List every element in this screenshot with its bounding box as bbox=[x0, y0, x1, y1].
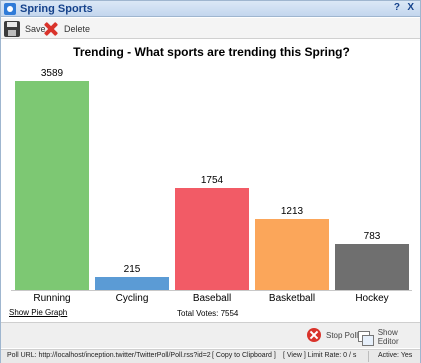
poll-window: Spring Sports ? X Save Delete Trending -… bbox=[0, 0, 421, 363]
show-editor-button[interactable]: Show Editor bbox=[358, 328, 420, 346]
bar-value-running: 3589 bbox=[40, 68, 64, 79]
action-bar: Stop Poll Show Editor bbox=[1, 322, 420, 348]
total-votes: Total Votes: 7554 bbox=[177, 309, 239, 318]
bar-label-basketball: Basketball bbox=[268, 293, 316, 304]
bar-basketball bbox=[255, 219, 329, 290]
stop-poll-button[interactable]: Stop Poll bbox=[307, 328, 358, 342]
chart-title: Trending - What sports are trending this… bbox=[73, 45, 350, 59]
delete-label: Delete bbox=[64, 23, 91, 34]
bar-label-baseball: Baseball bbox=[192, 293, 232, 304]
help-button[interactable]: ? bbox=[394, 2, 400, 13]
bar-label-running: Running bbox=[33, 293, 71, 304]
twitter-app-icon bbox=[4, 3, 16, 15]
bar-value-baseball: 1754 bbox=[200, 175, 224, 186]
bar-cycling bbox=[95, 277, 169, 290]
copy-to-clipboard-link[interactable]: [ Copy to Clipboard ] bbox=[212, 352, 276, 359]
bar-label-cycling: Cycling bbox=[115, 293, 149, 304]
save-button[interactable]: Save bbox=[4, 20, 46, 37]
active-status: Active: Yes bbox=[378, 352, 413, 359]
title-bar: Spring Sports ? X bbox=[1, 1, 420, 17]
toolbar: Save Delete bbox=[1, 18, 420, 39]
bar-running bbox=[15, 81, 89, 290]
bar-value-basketball: 1213 bbox=[280, 206, 304, 217]
delete-button[interactable]: Delete bbox=[43, 20, 90, 37]
close-button[interactable]: X bbox=[407, 2, 414, 13]
status-divider bbox=[368, 351, 369, 362]
window-title: Spring Sports bbox=[20, 3, 93, 15]
poll-url: Poll URL: http://localhost/inception.twi… bbox=[7, 352, 211, 359]
stop-icon bbox=[307, 328, 321, 342]
floppy-disk-icon bbox=[4, 20, 20, 37]
chart-baseline bbox=[11, 290, 412, 291]
bar-baseball bbox=[175, 188, 249, 290]
bar-hockey bbox=[335, 244, 409, 290]
view-link[interactable]: [ View ] Limit Rate: 0 / s bbox=[283, 352, 356, 359]
show-editor-label: Show Editor bbox=[377, 328, 399, 346]
show-pie-graph-link[interactable]: Show Pie Graph bbox=[9, 308, 67, 317]
delete-x-icon bbox=[43, 21, 59, 37]
bar-value-cycling: 215 bbox=[123, 264, 141, 275]
stop-poll-label: Stop Poll bbox=[326, 330, 359, 340]
windows-icon bbox=[358, 330, 374, 346]
bar-value-hockey: 783 bbox=[363, 231, 381, 242]
status-bar: Poll URL: http://localhost/inception.twi… bbox=[1, 349, 420, 363]
bar-label-hockey: Hockey bbox=[355, 293, 389, 304]
